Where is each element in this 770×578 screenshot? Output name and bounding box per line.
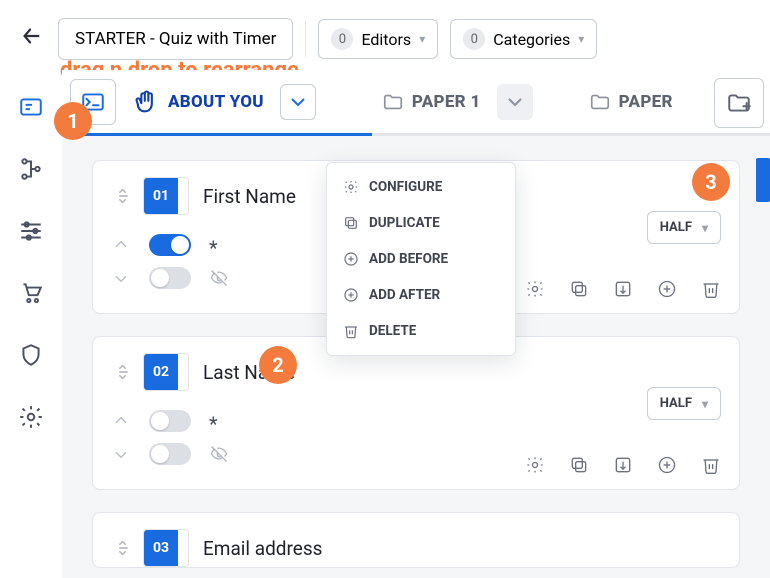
tab-label: ABOUT YOU bbox=[168, 92, 264, 112]
left-rail bbox=[0, 70, 62, 578]
field-card: 02 Last Name HALF ▾ * bbox=[92, 336, 740, 490]
eye-off-icon bbox=[209, 268, 229, 288]
field-delete-icon[interactable] bbox=[701, 279, 721, 299]
required-toggle[interactable] bbox=[149, 410, 191, 432]
required-toggle[interactable] bbox=[149, 234, 191, 256]
field-duplicate-icon[interactable] bbox=[569, 455, 589, 475]
move-down-icon[interactable] bbox=[111, 268, 131, 288]
tab-card-button[interactable] bbox=[70, 79, 116, 125]
categories-label: Categories bbox=[493, 30, 570, 49]
width-value: HALF bbox=[660, 396, 692, 411]
menu-configure[interactable]: CONFIGURE bbox=[327, 169, 515, 205]
eye-off-icon bbox=[209, 444, 229, 464]
tab-label: PAPER bbox=[619, 92, 673, 112]
tab-config-menu: CONFIGURE DUPLICATE ADD BEFORE ADD AFTER… bbox=[326, 162, 516, 356]
editors-select[interactable]: 0 Editors ▾ bbox=[318, 19, 438, 59]
menu-label: ADD BEFORE bbox=[369, 251, 448, 267]
field-duplicate-icon[interactable] bbox=[569, 279, 589, 299]
categories-count: 0 bbox=[463, 28, 485, 50]
tab-paper-1[interactable]: PAPER 1 bbox=[376, 91, 487, 113]
nav-gear-icon[interactable] bbox=[18, 404, 44, 430]
nav-logic-icon[interactable] bbox=[18, 156, 44, 182]
drag-handle-icon[interactable] bbox=[107, 185, 129, 207]
width-select[interactable]: HALF ▾ bbox=[647, 211, 721, 244]
right-indicator bbox=[756, 158, 770, 202]
nav-shield-icon[interactable] bbox=[18, 342, 44, 368]
move-up-icon[interactable] bbox=[111, 411, 131, 431]
tab-config-dropdown[interactable] bbox=[497, 84, 533, 120]
menu-label: DUPLICATE bbox=[369, 215, 440, 231]
nav-fields-icon[interactable] bbox=[18, 94, 44, 120]
chevron-down-icon: ▾ bbox=[419, 32, 425, 46]
field-label[interactable]: Email address bbox=[203, 537, 322, 560]
field-label[interactable]: Last Name bbox=[203, 361, 295, 384]
quiz-title-input[interactable]: STARTER - Quiz with Timer bbox=[58, 18, 293, 60]
field-number: 02 bbox=[143, 353, 189, 391]
width-value: HALF bbox=[660, 220, 692, 235]
menu-add-before[interactable]: ADD BEFORE bbox=[327, 241, 515, 277]
menu-label: ADD AFTER bbox=[369, 287, 440, 303]
tab-label: PAPER 1 bbox=[412, 92, 481, 112]
tab-config-dropdown[interactable] bbox=[280, 84, 316, 120]
drag-handle-icon[interactable] bbox=[107, 361, 129, 383]
field-add-icon[interactable] bbox=[657, 455, 677, 475]
move-down-icon[interactable] bbox=[111, 444, 131, 464]
separator bbox=[305, 21, 306, 57]
field-settings-icon[interactable] bbox=[525, 455, 545, 475]
field-settings-icon[interactable] bbox=[525, 279, 545, 299]
editors-label: Editors bbox=[361, 30, 411, 49]
chevron-down-icon: ▾ bbox=[702, 397, 708, 411]
drag-hand-icon bbox=[132, 88, 160, 116]
chevron-down-icon: ▾ bbox=[578, 32, 584, 46]
chevron-down-icon: ▾ bbox=[702, 221, 708, 235]
field-export-icon[interactable] bbox=[613, 455, 633, 475]
add-page-button[interactable] bbox=[714, 78, 764, 128]
field-delete-icon[interactable] bbox=[701, 455, 721, 475]
field-number: 01 bbox=[143, 177, 189, 215]
visibility-toggle[interactable] bbox=[149, 443, 191, 465]
editors-count: 0 bbox=[331, 28, 353, 50]
field-number: 03 bbox=[143, 529, 189, 567]
tab-paper[interactable]: PAPER bbox=[583, 91, 679, 113]
drag-handle-icon[interactable] bbox=[107, 537, 129, 559]
menu-add-after[interactable]: ADD AFTER bbox=[327, 277, 515, 313]
folder-icon bbox=[382, 91, 404, 113]
tab-about-you[interactable]: ABOUT YOU bbox=[126, 88, 270, 116]
menu-label: DELETE bbox=[369, 323, 416, 339]
categories-select[interactable]: 0 Categories ▾ bbox=[450, 19, 597, 59]
field-export-icon[interactable] bbox=[613, 279, 633, 299]
menu-duplicate[interactable]: DUPLICATE bbox=[327, 205, 515, 241]
required-indicator: * bbox=[209, 412, 218, 436]
nav-cart-icon[interactable] bbox=[18, 280, 44, 306]
required-indicator: * bbox=[209, 236, 218, 260]
folder-icon bbox=[589, 91, 611, 113]
back-button[interactable] bbox=[16, 21, 46, 57]
tab-strip: ABOUT YOU PAPER 1 PAPER bbox=[62, 70, 770, 136]
visibility-toggle[interactable] bbox=[149, 267, 191, 289]
menu-label: CONFIGURE bbox=[369, 179, 442, 195]
nav-sliders-icon[interactable] bbox=[18, 218, 44, 244]
field-card: 03 Email address bbox=[92, 512, 740, 568]
field-add-icon[interactable] bbox=[657, 279, 677, 299]
field-label[interactable]: First Name bbox=[203, 185, 296, 208]
width-select[interactable]: HALF ▾ bbox=[647, 387, 721, 420]
active-tab-underline bbox=[62, 133, 372, 136]
menu-delete[interactable]: DELETE bbox=[327, 313, 515, 349]
move-up-icon[interactable] bbox=[111, 235, 131, 255]
